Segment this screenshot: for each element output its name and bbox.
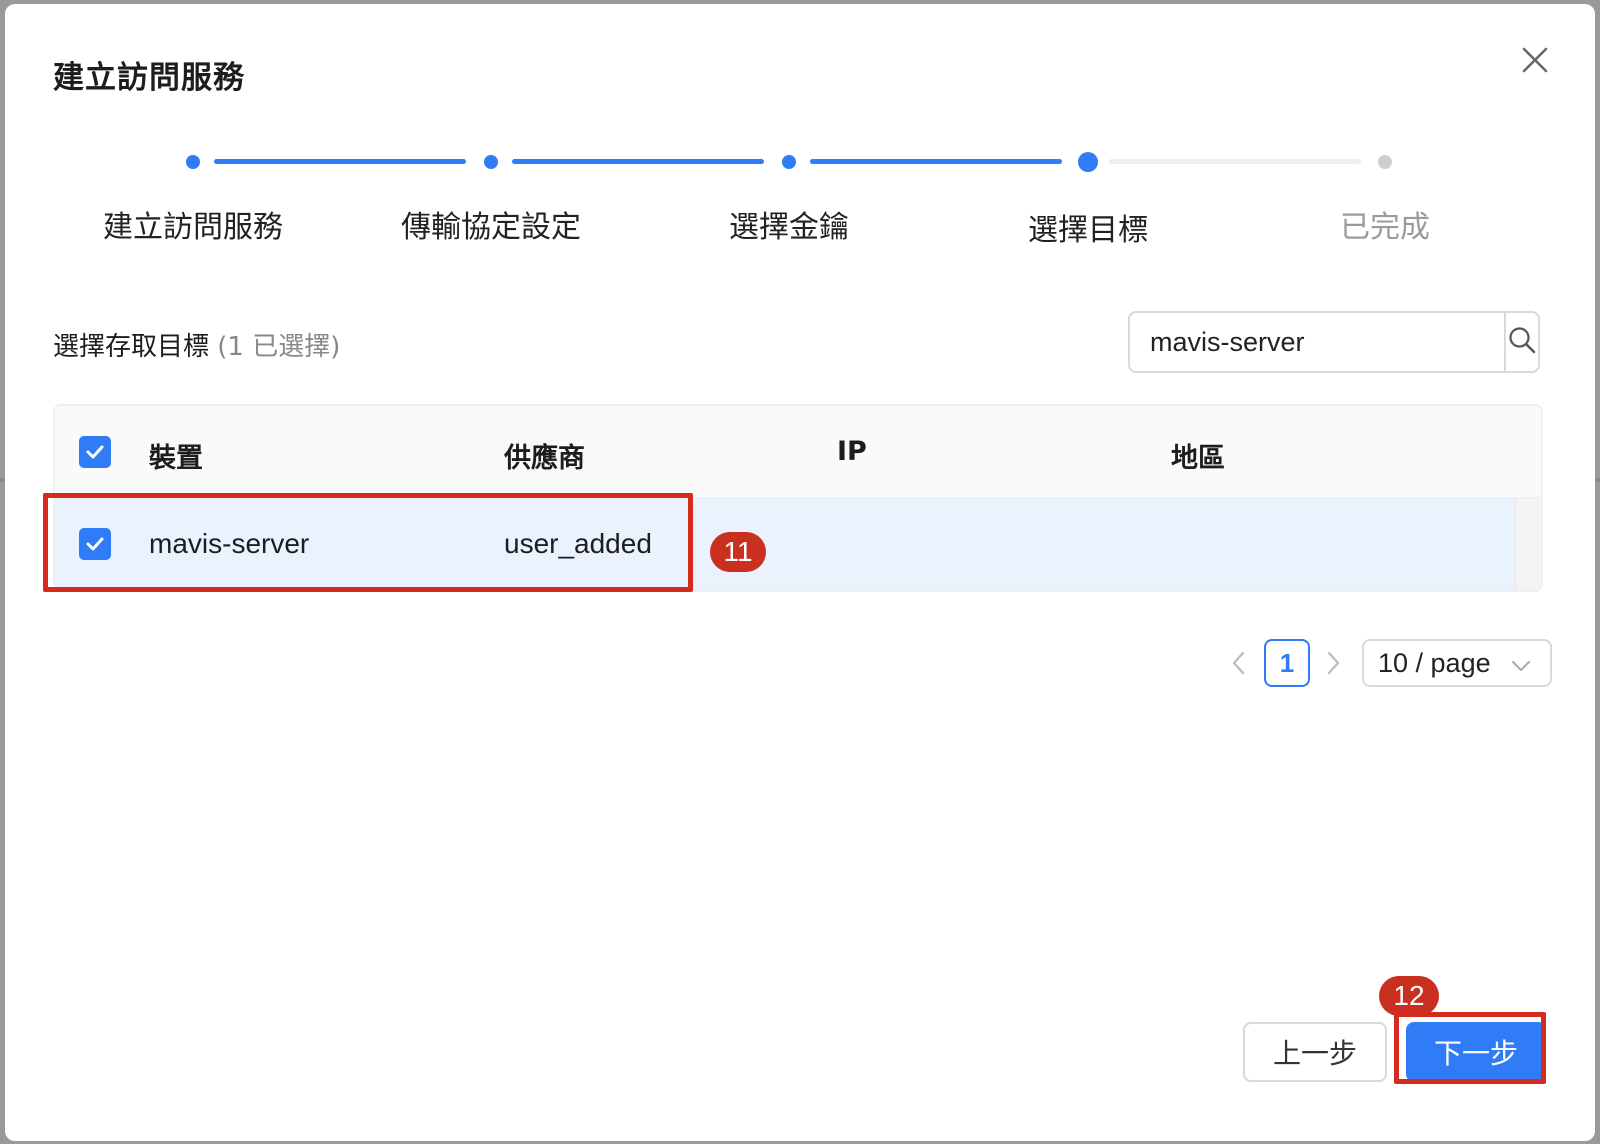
column-header-ip[interactable]: IP <box>837 436 867 467</box>
step-marker-11: 11 <box>710 532 766 572</box>
chevron-down-icon <box>1510 653 1532 684</box>
table-row[interactable]: mavis-server user_added <box>55 498 1515 590</box>
steps-progress: 建立訪問服務 傳輸協定設定 選擇金鑰 選擇目標 已完成 <box>5 4 1595 264</box>
step-label-2: 傳輸協定設定 <box>401 210 581 245</box>
next-page-icon[interactable] <box>1321 648 1345 678</box>
search-button[interactable] <box>1504 313 1538 371</box>
select-all-checkbox[interactable] <box>79 436 111 468</box>
step-dot-3 <box>782 155 796 169</box>
checkmark-icon <box>86 445 104 459</box>
step-label-5: 已完成 <box>1340 210 1430 245</box>
column-header-device[interactable]: 裝置 <box>149 436 203 475</box>
step-connector-2 <box>512 159 764 164</box>
step-label-1: 建立訪問服務 <box>103 210 283 245</box>
row-checkbox[interactable] <box>79 528 111 560</box>
selected-count: (1 已選擇) <box>217 332 341 362</box>
next-step-button[interactable]: 下一步 <box>1406 1022 1546 1082</box>
cell-provider: user_added <box>504 528 652 559</box>
step-dot-1 <box>186 155 200 169</box>
previous-step-button[interactable]: 上一步 <box>1243 1022 1387 1082</box>
section-title: 選擇存取目標 <box>53 332 210 362</box>
page-size-value: 10 / page <box>1378 647 1491 678</box>
create-access-service-dialog: 建立訪問服務 建立訪問服務 傳輸協定設定 選擇金鑰 選擇目標 已完成 選擇存取目… <box>5 4 1595 1141</box>
step-dot-2 <box>484 155 498 169</box>
step-connector-4 <box>1109 159 1361 164</box>
prev-page-icon[interactable] <box>1227 648 1251 678</box>
search-box <box>1128 311 1540 373</box>
step-label-4: 選擇目標 <box>1028 213 1148 248</box>
page-1[interactable]: 1 <box>1264 639 1310 687</box>
column-header-region[interactable]: 地區 <box>1171 436 1225 475</box>
cell-device: mavis-server <box>149 528 310 559</box>
step-dot-5 <box>1378 155 1392 169</box>
table-scrollbar[interactable] <box>1515 498 1541 590</box>
step-connector-1 <box>214 159 466 164</box>
search-input[interactable] <box>1130 313 1504 371</box>
section-label: 選擇存取目標 (1 已選擇) <box>53 326 340 363</box>
table-header: 裝置 供應商 IP 地區 <box>55 406 1541 498</box>
targets-table: 裝置 供應商 IP 地區 mavis-server user_added <box>53 404 1543 592</box>
search-icon <box>1507 325 1537 360</box>
checkmark-icon <box>86 537 104 551</box>
page-size-select[interactable]: 10 / page <box>1362 639 1552 687</box>
step-dot-4-active <box>1078 152 1098 172</box>
step-connector-3 <box>810 159 1062 164</box>
column-header-provider[interactable]: 供應商 <box>504 436 585 475</box>
step-label-3: 選擇金鑰 <box>729 210 849 245</box>
step-marker-12: 12 <box>1379 976 1439 1016</box>
